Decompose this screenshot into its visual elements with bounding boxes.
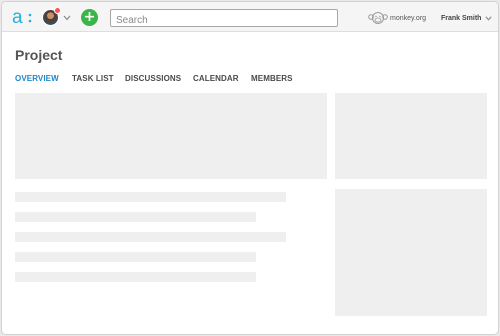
tab-task-list[interactable]: TASK LIST xyxy=(72,74,114,83)
organization-switcher[interactable]: monkey.org xyxy=(368,10,426,26)
tab-members[interactable]: MEMBERS xyxy=(251,74,293,83)
placeholder-line xyxy=(15,272,256,282)
add-button[interactable]: + xyxy=(81,9,98,26)
placeholder-line xyxy=(15,252,256,262)
svg-text:a: a xyxy=(12,7,23,27)
placeholder-line xyxy=(15,192,286,202)
sidebar-placeholder-top xyxy=(335,93,487,179)
tab-overview[interactable]: OVERVIEW xyxy=(15,74,59,83)
app-window: a + monkey.org xyxy=(1,1,499,335)
search-box[interactable] xyxy=(110,9,338,29)
placeholder-line xyxy=(15,212,256,222)
page-title: Project xyxy=(15,47,63,63)
logo-icon[interactable]: a xyxy=(12,7,34,27)
chevron-down-icon xyxy=(485,15,493,21)
notification-badge xyxy=(54,7,61,14)
top-navigation-bar: a + monkey.org xyxy=(2,2,498,32)
placeholder-line xyxy=(15,232,286,242)
overview-placeholder-block xyxy=(15,93,327,179)
user-avatar-menu[interactable] xyxy=(42,7,72,27)
sidebar-placeholder-bottom xyxy=(335,189,487,316)
user-menu[interactable]: Frank Smith xyxy=(441,10,493,26)
organization-name: monkey.org xyxy=(390,14,427,22)
user-name: Frank Smith xyxy=(441,14,482,22)
tab-calendar[interactable]: CALENDAR xyxy=(193,74,239,83)
tab-discussions[interactable]: DISCUSSIONS xyxy=(125,74,181,83)
monkey-icon xyxy=(368,12,388,24)
search-input[interactable] xyxy=(111,12,337,29)
chevron-down-icon xyxy=(63,15,71,21)
